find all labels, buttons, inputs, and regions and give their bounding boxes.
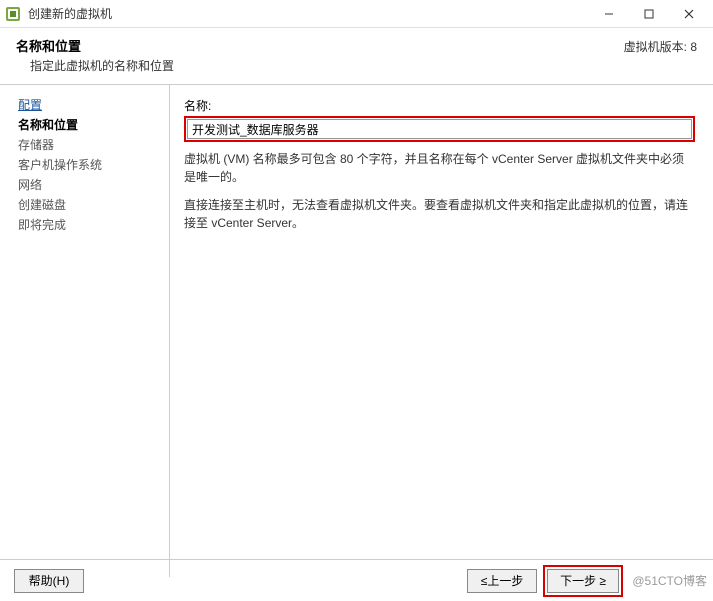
window-controls bbox=[589, 0, 709, 28]
wizard-body: 配置 名称和位置 存储器 客户机操作系统 网络 创建磁盘 即将完成 名称: 虚拟… bbox=[0, 85, 713, 577]
minimize-button[interactable] bbox=[589, 0, 629, 28]
window-title: 创建新的虚拟机 bbox=[28, 5, 589, 22]
back-button[interactable]: ≤上一步 bbox=[467, 569, 537, 593]
vm-version-label: 虚拟机版本: 8 bbox=[624, 36, 697, 55]
help-button[interactable]: 帮助(H) bbox=[14, 569, 84, 593]
maximize-button[interactable] bbox=[629, 0, 669, 28]
sidebar-item-name-location[interactable]: 名称和位置 bbox=[18, 115, 169, 135]
name-input-highlight bbox=[184, 116, 695, 142]
titlebar: 创建新的虚拟机 bbox=[0, 0, 713, 28]
sidebar-item-guest-os: 客户机操作系统 bbox=[18, 155, 169, 175]
sidebar-item-storage: 存储器 bbox=[18, 135, 169, 155]
app-icon bbox=[4, 5, 22, 23]
close-button[interactable] bbox=[669, 0, 709, 28]
name-field-label: 名称: bbox=[184, 97, 695, 114]
page-title: 名称和位置 bbox=[16, 36, 624, 55]
vm-name-input[interactable] bbox=[187, 119, 692, 139]
wizard-steps-sidebar: 配置 名称和位置 存储器 客户机操作系统 网络 创建磁盘 即将完成 bbox=[0, 85, 170, 577]
sidebar-item-network: 网络 bbox=[18, 175, 169, 195]
wizard-header: 名称和位置 指定此虚拟机的名称和位置 虚拟机版本: 8 bbox=[0, 28, 713, 85]
wizard-footer: 帮助(H) ≤上一步 下一步 ≥ 取消 bbox=[0, 559, 713, 601]
sidebar-item-ready-complete: 即将完成 bbox=[18, 215, 169, 235]
wizard-content: 名称: 虚拟机 (VM) 名称最多可包含 80 个字符，并且名称在每个 vCen… bbox=[170, 85, 713, 577]
sidebar-item-configuration[interactable]: 配置 bbox=[18, 95, 169, 115]
next-button-highlight: 下一步 ≥ bbox=[543, 565, 623, 597]
name-info-text-2: 直接连接至主机时，无法查看虚拟机文件夹。要查看虚拟机文件夹和指定此虚拟机的位置，… bbox=[184, 196, 695, 232]
sidebar-item-create-disk: 创建磁盘 bbox=[18, 195, 169, 215]
next-button[interactable]: 下一步 ≥ bbox=[547, 569, 619, 593]
name-info-text-1: 虚拟机 (VM) 名称最多可包含 80 个字符，并且名称在每个 vCenter … bbox=[184, 150, 695, 186]
page-subtitle: 指定此虚拟机的名称和位置 bbox=[30, 57, 624, 74]
